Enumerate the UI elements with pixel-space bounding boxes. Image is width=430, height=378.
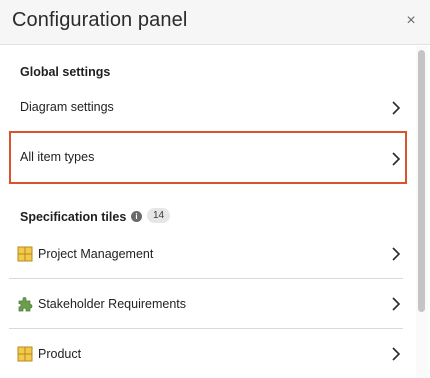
all-item-types-item[interactable]: All item types xyxy=(9,131,407,184)
tile-count-badge: 14 xyxy=(147,208,171,223)
global-settings-title: Global settings xyxy=(20,65,111,79)
puzzle-icon xyxy=(18,297,33,312)
diagram-settings-item[interactable]: Diagram settings xyxy=(9,86,407,130)
configuration-panel: Configuration panel × Global settings Di… xyxy=(0,0,430,378)
tile-label: Product xyxy=(38,347,82,361)
grid-tile-icon xyxy=(17,346,33,362)
panel-header: Configuration panel × xyxy=(0,0,430,45)
chevron-right-icon xyxy=(392,347,401,361)
panel-title: Configuration panel xyxy=(12,9,188,31)
tile-item-product[interactable]: Product xyxy=(9,329,407,378)
diagram-settings-label: Diagram settings xyxy=(20,100,114,114)
tile-item-stakeholder-requirements[interactable]: Stakeholder Requirements xyxy=(9,279,407,329)
grid-tile-icon xyxy=(17,246,33,262)
tile-label: Project Management xyxy=(38,247,154,261)
chevron-right-icon xyxy=(392,152,401,166)
tile-item-project-management[interactable]: Project Management xyxy=(9,229,407,279)
specification-tiles-title: Specification tiles xyxy=(20,210,127,224)
close-icon[interactable]: × xyxy=(404,12,418,30)
all-item-types-label: All item types xyxy=(20,150,95,164)
chevron-right-icon xyxy=(392,297,401,311)
chevron-right-icon xyxy=(392,101,401,115)
scrollbar-thumb[interactable] xyxy=(418,50,425,312)
tile-label: Stakeholder Requirements xyxy=(38,297,186,311)
info-icon[interactable]: i xyxy=(131,211,142,222)
chevron-right-icon xyxy=(392,247,401,261)
